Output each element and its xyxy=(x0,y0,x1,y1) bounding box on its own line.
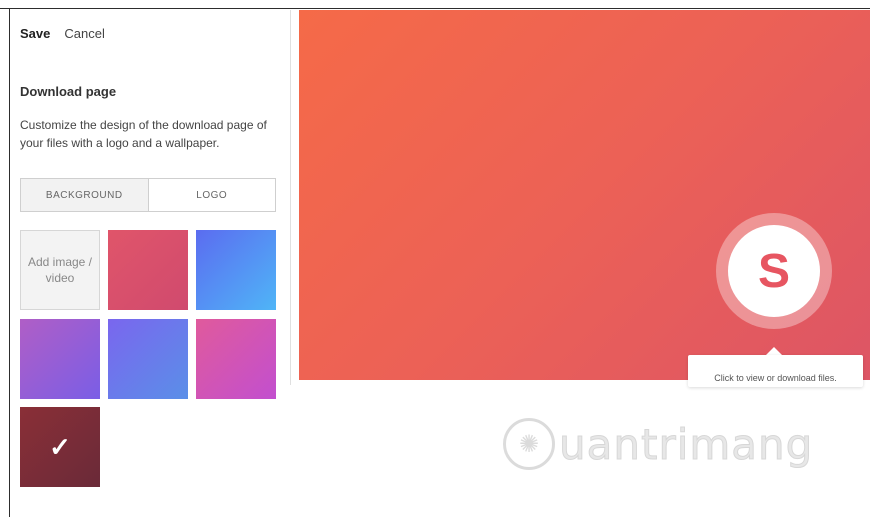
tooltip-arrow xyxy=(766,347,782,355)
background-swatch-magenta[interactable] xyxy=(196,319,276,399)
tab-logo[interactable]: LOGO xyxy=(148,179,275,211)
lightbulb-icon: ✺ xyxy=(503,418,555,470)
background-swatch-purple[interactable] xyxy=(20,319,100,399)
add-image-video-button[interactable]: Add image / video xyxy=(20,230,100,310)
checkmark-icon: ✓ xyxy=(49,431,71,462)
app-frame: Save Cancel Download page Customize the … xyxy=(0,0,870,517)
watermark: ✺ uantrimang xyxy=(503,418,813,470)
logo-button[interactable]: S xyxy=(728,225,820,317)
section-heading: Download page xyxy=(20,84,117,99)
section-description: Customize the design of the download pag… xyxy=(20,118,267,150)
background-swatch-indigo[interactable] xyxy=(108,319,188,399)
background-swatch-blue[interactable] xyxy=(196,230,276,310)
logo-letter: S xyxy=(757,244,790,298)
action-bar: Save Cancel xyxy=(20,26,105,41)
tab-bar: BACKGROUND LOGO xyxy=(20,178,276,212)
download-page-preview: S xyxy=(299,10,870,380)
watermark-text: uantrimang xyxy=(558,419,814,469)
top-border xyxy=(0,0,870,9)
save-button[interactable]: Save xyxy=(20,26,50,41)
tab-background[interactable]: BACKGROUND xyxy=(21,179,149,211)
background-swatch-maroon-selected[interactable]: ✓ xyxy=(20,407,100,487)
settings-sidebar: Save Cancel Download page Customize the … xyxy=(10,10,290,517)
download-tooltip[interactable]: Click to view or download files. xyxy=(688,355,863,387)
background-swatch-pink-red[interactable] xyxy=(108,230,188,310)
tooltip-text: Click to view or download files. xyxy=(714,373,837,383)
cancel-button[interactable]: Cancel xyxy=(64,26,104,41)
panel-divider xyxy=(290,10,291,385)
